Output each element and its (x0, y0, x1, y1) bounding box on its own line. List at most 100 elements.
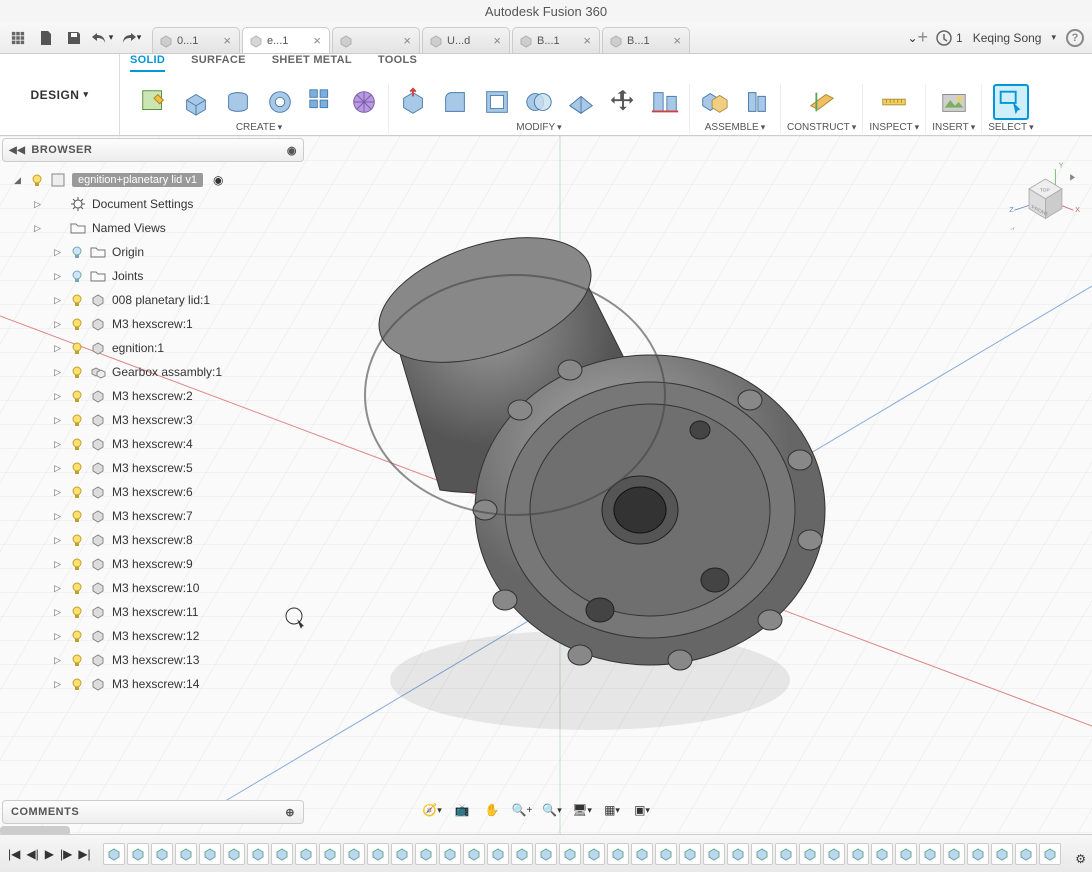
user-name[interactable]: Keqing Song (973, 31, 1042, 45)
timeline-feature[interactable] (799, 843, 821, 865)
insert-icon[interactable] (936, 84, 972, 120)
timeline-feature[interactable] (583, 843, 605, 865)
lightbulb-off-icon[interactable] (70, 245, 84, 259)
lightbulb-on-icon[interactable] (70, 605, 84, 619)
group-create-label[interactable]: CREATE▾ (236, 122, 282, 133)
close-tab-icon[interactable]: × (671, 33, 683, 48)
expand-icon[interactable]: ▷ (54, 511, 64, 522)
tree-row[interactable]: ▷M3 hexscrew:4 (6, 432, 304, 456)
form-icon[interactable] (346, 84, 382, 120)
timeline-feature[interactable] (415, 843, 437, 865)
tree-row[interactable]: ▷M3 hexscrew:14 (6, 672, 304, 696)
timeline-feature[interactable] (319, 843, 341, 865)
timeline-feature[interactable] (967, 843, 989, 865)
lightbulb-on-icon[interactable] (70, 581, 84, 595)
expand-icon[interactable]: ▷ (54, 487, 64, 498)
expand-icon[interactable]: ▷ (34, 223, 44, 234)
expand-icon[interactable]: ▷ (54, 367, 64, 378)
move-icon[interactable] (605, 84, 641, 120)
lightbulb-on-icon[interactable] (70, 341, 84, 355)
timeline-feature[interactable] (1015, 843, 1037, 865)
tree-row[interactable]: ▷M3 hexscrew:2 (6, 384, 304, 408)
split-icon[interactable] (563, 84, 599, 120)
zoom-icon[interactable]: 🔍+ (510, 800, 534, 820)
expand-icon[interactable]: ▷ (54, 535, 64, 546)
tree-row[interactable]: ▷M3 hexscrew:12 (6, 624, 304, 648)
lightbulb-on-icon[interactable] (70, 557, 84, 571)
doc-tab-4[interactable]: B...1× (512, 27, 600, 53)
timeline-feature[interactable] (751, 843, 773, 865)
expand-icon[interactable]: ▷ (54, 679, 64, 690)
tree-root[interactable]: ◢ egnition+planetary lid v1 ◉ (6, 168, 304, 192)
help-button[interactable]: ? (1066, 29, 1084, 47)
tree-row[interactable]: ▷Joints (6, 264, 304, 288)
redo-button[interactable]: ▾ (118, 26, 142, 50)
group-modify-label[interactable]: MODIFY▾ (516, 122, 561, 133)
expand-icon[interactable]: ▷ (54, 439, 64, 450)
lightbulb-on-icon[interactable] (70, 509, 84, 523)
expand-icon[interactable]: ▷ (54, 319, 64, 330)
joint-icon[interactable] (696, 84, 732, 120)
timeline-step-back-icon[interactable]: ◀| (26, 847, 38, 861)
measure-icon[interactable] (876, 84, 912, 120)
model-viewport-content[interactable] (320, 210, 840, 730)
doc-tab-1[interactable]: e...1× (242, 27, 330, 53)
timeline-feature[interactable] (223, 843, 245, 865)
group-assemble-label[interactable]: ASSEMBLE▾ (705, 122, 765, 133)
press-pull-icon[interactable] (395, 84, 431, 120)
viewports-icon[interactable]: ▣▾ (630, 800, 654, 820)
close-tab-icon[interactable]: × (401, 33, 413, 48)
tree-row[interactable]: ▷Document Settings (6, 192, 304, 216)
extrude-icon[interactable] (178, 84, 214, 120)
timeline-feature[interactable] (607, 843, 629, 865)
tree-row[interactable]: ▷M3 hexscrew:6 (6, 480, 304, 504)
expand-icon[interactable]: ▷ (54, 463, 64, 474)
expand-icon[interactable]: ▷ (54, 607, 64, 618)
tree-row[interactable]: ▷M3 hexscrew:7 (6, 504, 304, 528)
shell-icon[interactable] (479, 84, 515, 120)
timeline-strip[interactable] (103, 843, 1084, 865)
doc-tab-2[interactable]: × (332, 27, 420, 53)
timeline-step-fwd-icon[interactable]: |▶ (60, 847, 72, 861)
timeline-feature[interactable] (727, 843, 749, 865)
add-comment-icon[interactable]: ⊕ (285, 806, 295, 819)
tab-tools[interactable]: TOOLS (378, 54, 417, 72)
tree-row[interactable]: ▷M3 hexscrew:8 (6, 528, 304, 552)
undo-button[interactable]: ▾ (90, 26, 114, 50)
close-tab-icon[interactable]: × (491, 33, 503, 48)
display-settings-icon[interactable]: 🖥▾ (570, 800, 594, 820)
fillet-icon[interactable] (437, 84, 473, 120)
tabs-overflow-button[interactable]: ⌄ (907, 31, 917, 45)
lightbulb-on-icon[interactable] (70, 317, 84, 331)
expand-icon[interactable]: ▷ (54, 271, 64, 282)
timeline-feature[interactable] (511, 843, 533, 865)
close-tab-icon[interactable]: × (221, 33, 233, 48)
app-grid-button[interactable] (6, 26, 30, 50)
expand-icon[interactable]: ▷ (54, 415, 64, 426)
lightbulb-on-icon[interactable] (70, 677, 84, 691)
expand-icon[interactable]: ▷ (54, 295, 64, 306)
tree-row[interactable]: ▷M3 hexscrew:11 (6, 600, 304, 624)
lightbulb-on-icon[interactable] (70, 365, 84, 379)
timeline-feature[interactable] (991, 843, 1013, 865)
comments-panel-header[interactable]: COMMENTS ⊕ (2, 800, 304, 824)
timeline-feature[interactable] (679, 843, 701, 865)
timeline-feature[interactable] (391, 843, 413, 865)
timeline-feature[interactable] (943, 843, 965, 865)
expand-icon[interactable]: ▷ (54, 631, 64, 642)
select-icon[interactable] (993, 84, 1029, 120)
browser-visibility-icon[interactable]: ◉ (287, 144, 297, 157)
lightbulb-on-icon[interactable] (70, 461, 84, 475)
workspace-switcher[interactable]: DESIGN▾ (0, 54, 120, 135)
tree-row[interactable]: ▷008 planetary lid:1 (6, 288, 304, 312)
tree-row[interactable]: ▷M3 hexscrew:9 (6, 552, 304, 576)
timeline-feature[interactable] (895, 843, 917, 865)
timeline-feature[interactable] (463, 843, 485, 865)
expand-icon[interactable]: ▷ (54, 583, 64, 594)
tree-row[interactable]: ▷Named Views (6, 216, 304, 240)
notifications-button[interactable]: 1 (936, 30, 963, 46)
plane-icon[interactable] (804, 84, 840, 120)
timeline-feature[interactable] (559, 843, 581, 865)
tree-row[interactable]: ▷M3 hexscrew:1 (6, 312, 304, 336)
group-construct-label[interactable]: CONSTRUCT▾ (787, 122, 856, 133)
